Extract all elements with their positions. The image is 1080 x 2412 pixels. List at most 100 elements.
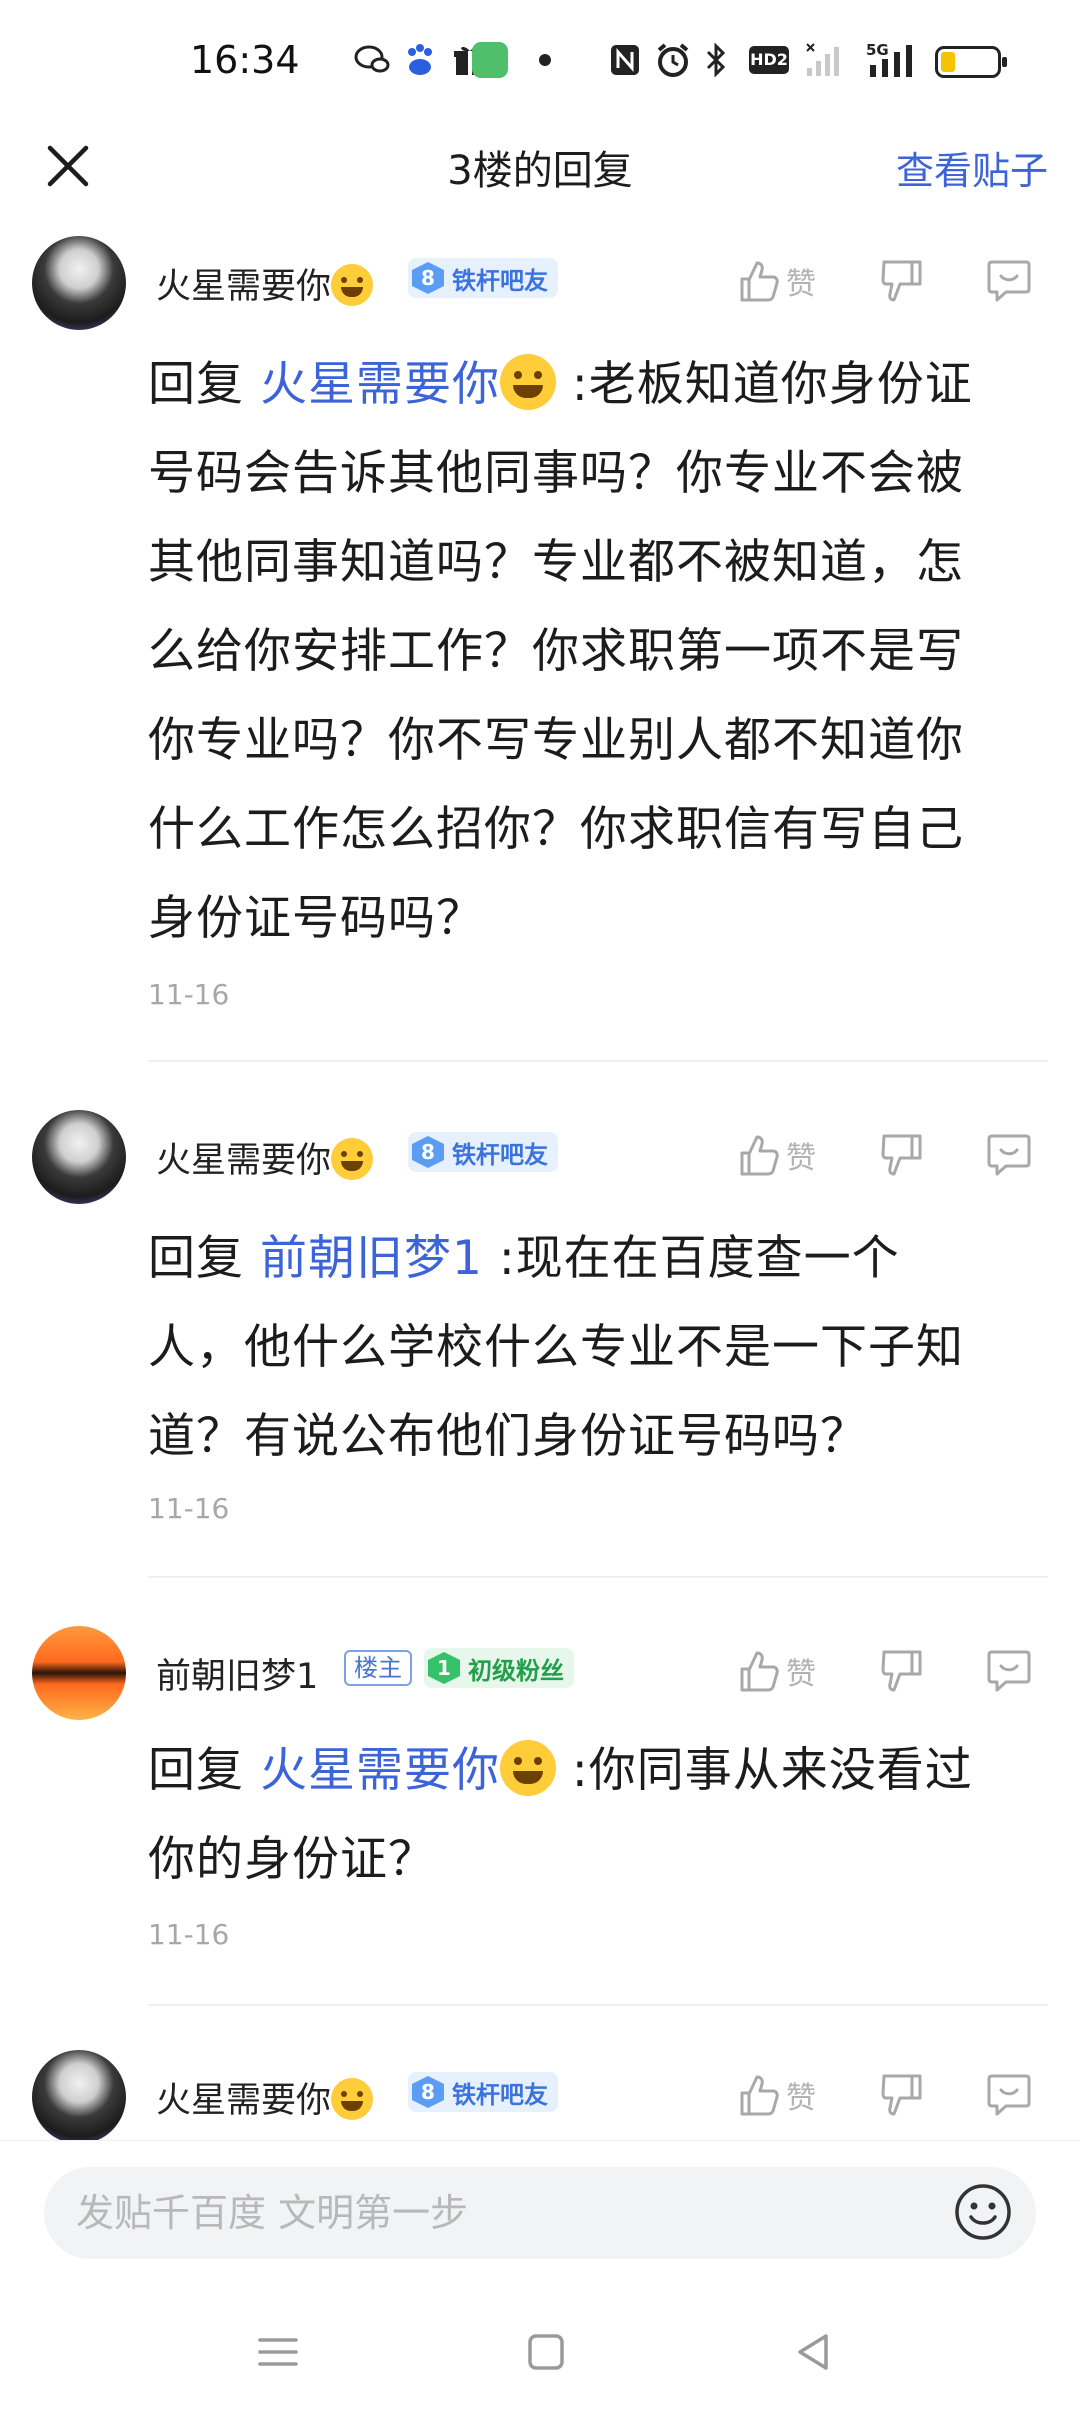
reply-target-link[interactable]: 火星需要你 [260,1743,500,1798]
reply-input[interactable] [76,2185,936,2241]
like-button[interactable]: 赞 [738,1646,816,1696]
comment-button[interactable] [986,256,1032,306]
bluetooth-icon [702,40,730,80]
reply-date: 11-16 [148,1918,230,1951]
grin-emoji-icon [331,1138,374,1180]
square-icon [528,2334,564,2370]
grin-emoji-icon [331,264,374,306]
username[interactable]: 火星需要你 [156,2072,374,2123]
comment-icon [987,1650,1031,1692]
badge-label: 铁杆吧友 [452,1140,548,1169]
grin-emoji-icon [331,2078,374,2120]
reply-input-bar [0,2140,1080,2270]
comment-icon [987,260,1031,302]
content-line: 人，他什么学校什么专业不是一下子知 [148,1320,964,1375]
content-line: 回复 火星需要你 :老板知道你身份证 [148,340,1048,429]
avatar[interactable] [32,236,126,330]
reply-content: 回复 火星需要你 :老板知道你身份证 号码会告诉其他同事吗？你专业不会被 其他同… [148,340,1048,963]
level-number: 1 [428,1652,460,1684]
comment-button[interactable] [986,2070,1032,2120]
reply-item: 火星需要你 8 铁杆吧友 赞 回复 火星需要你 :老板知道你身份证 号码会告诉其… [0,236,1080,1062]
divider [148,1060,1048,1062]
view-post-link[interactable]: 查看贴子 [896,140,1048,195]
back-triangle-icon [798,2334,828,2370]
baidu-icon [400,40,440,80]
level-number: 8 [412,262,444,294]
reply-input-container [44,2167,1036,2259]
network-label: 5G [866,41,889,59]
call-icon [470,40,510,80]
thumbs-up-icon [740,261,779,302]
level-number: 8 [412,2076,444,2108]
dot-icon [535,40,555,80]
comment-button[interactable] [986,1130,1032,1180]
content-line: 你专业吗？你不写专业别人都不知道你 [148,713,964,768]
divider [148,2004,1048,2006]
system-nav-bar [0,2290,1080,2412]
signal-5g-icon: 5G [866,40,918,80]
dislike-button[interactable] [880,2070,924,2120]
wechat-icon [352,40,392,80]
menu-icon [258,2338,298,2366]
status-time: 16:34 [190,38,300,82]
reply-item: 火星需要你 8 铁杆吧友 赞 [0,2050,1080,2140]
content-line: 么给你安排工作？你求职第一项不是写 [148,624,964,679]
grin-emoji-icon [499,1740,556,1796]
back-button[interactable] [786,2324,842,2380]
content-line: 你的身份证？ [148,1832,436,1887]
reply-item: 前朝旧梦1 楼主 1 初级粉丝 赞 回复 火星需要你 :你同事从来没看过 你的身… [0,1626,1080,2006]
thumbs-down-icon [881,1650,922,1692]
like-button[interactable]: 赞 [738,2070,816,2120]
level-number: 8 [412,1136,444,1168]
dislike-button[interactable] [880,256,924,306]
username[interactable]: 前朝旧梦1 [156,1648,318,1699]
status-bar: 16:34 HD2 5G [0,0,1080,120]
level-badge: 1 初级粉丝 [424,1648,574,1688]
thumbs-down-icon [881,260,922,302]
level-badge: 8 铁杆吧友 [408,2072,558,2112]
comment-button[interactable] [986,1646,1032,1696]
signal-icon [804,40,844,80]
comment-icon [987,2074,1031,2116]
reply-target-link[interactable]: 前朝旧梦1 [260,1231,483,1286]
top-bar: 3楼的回复 查看贴子 [0,120,1080,210]
thumbs-down-icon [881,2074,922,2116]
thumbs-up-icon [740,1135,779,1176]
badge-label: 铁杆吧友 [452,2080,548,2109]
thumbs-up-icon [740,1651,779,1692]
content-line: 什么工作怎么招你？你求职信有写自己 [148,802,964,857]
username[interactable]: 火星需要你 [156,258,374,309]
divider [148,1576,1048,1578]
menu-button[interactable] [250,2324,306,2380]
home-button[interactable] [518,2324,574,2380]
content-line: 回复 火星需要你 :你同事从来没看过 [148,1726,1048,1815]
level-badge: 8 铁杆吧友 [408,1132,558,1172]
badge-label: 初级粉丝 [468,1656,564,1685]
dislike-button[interactable] [880,1646,924,1696]
smiley-icon [955,2184,1011,2240]
avatar[interactable] [32,1626,126,1720]
emoji-button[interactable] [952,2181,1014,2243]
reply-target-link[interactable]: 火星需要你 [260,357,500,412]
host-tag: 楼主 [344,1650,412,1686]
reply-item: 火星需要你 8 铁杆吧友 赞 回复 前朝旧梦1 :现在在百度查一个 人，他什么学… [0,1110,1080,1580]
alarm-icon [654,40,692,80]
nfc-icon [608,40,642,80]
content-line: 道？有说公布他们身份证号码吗？ [148,1409,868,1464]
grin-emoji-icon [499,354,556,410]
reply-content: 回复 火星需要你 :你同事从来没看过 你的身份证？ [148,1726,1048,1904]
username[interactable]: 火星需要你 [156,1132,374,1183]
like-button[interactable]: 赞 [738,1130,816,1180]
reply-date: 11-16 [148,1492,230,1525]
hd-icon: HD2 [748,40,790,80]
thumbs-down-icon [881,1134,922,1176]
content-line: 回复 前朝旧梦1 :现在在百度查一个 [148,1231,900,1286]
avatar[interactable] [32,2050,126,2140]
reply-content: 回复 前朝旧梦1 :现在在百度查一个 人，他什么学校什么专业不是一下子知 道？有… [148,1214,1048,1481]
avatar[interactable] [32,1110,126,1204]
badge-label: 铁杆吧友 [452,266,548,295]
dislike-button[interactable] [880,1130,924,1180]
like-button[interactable]: 赞 [738,256,816,306]
content-line: 其他同事知道吗？专业都不被知道，怎 [148,535,964,590]
reply-date: 11-16 [148,978,230,1011]
